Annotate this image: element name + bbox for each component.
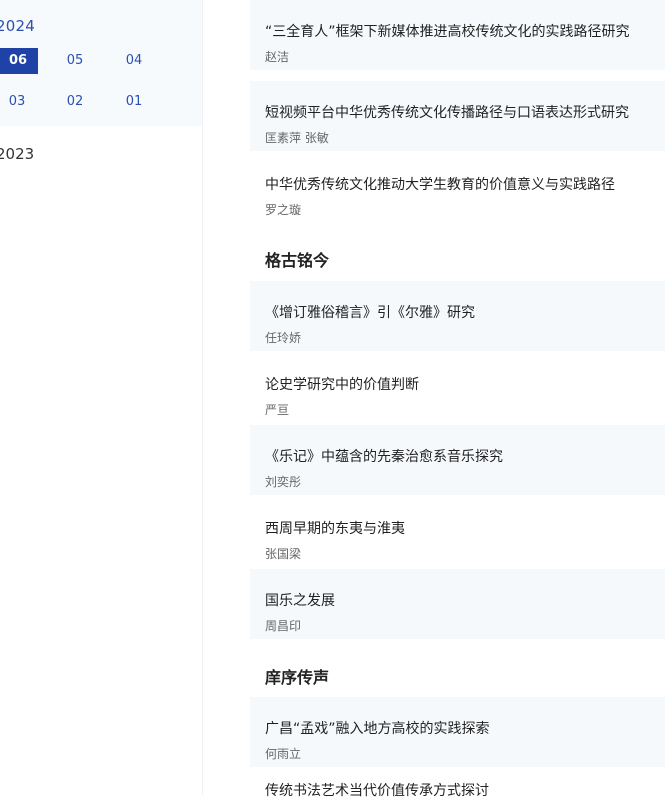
article-title[interactable]: 《乐记》中蕴含的先秦治愈系音乐探究: [265, 446, 503, 466]
article-authors: 刘奕彤: [265, 475, 302, 489]
article-item[interactable]: 论史学研究中的价值判断 严亘: [250, 353, 665, 423]
article-item[interactable]: 短视频平台中华优秀传统文化传播路径与口语表达形式研究 匡素萍 张敏: [250, 81, 665, 151]
article-authors: 赵洁: [265, 50, 290, 64]
article-title[interactable]: “三全育人”框架下新媒体推进高校传统文化的实践路径研究: [265, 21, 630, 41]
article-title[interactable]: 短视频平台中华优秀传统文化传播路径与口语表达形式研究: [265, 102, 629, 122]
issue-05-button[interactable]: 05: [55, 48, 95, 74]
year-2023-label[interactable]: 2023: [0, 145, 34, 163]
article-item[interactable]: 国乐之发展 周昌印: [250, 569, 665, 639]
section-heading: 庠序传声: [265, 668, 330, 687]
article-authors: 罗之璇: [265, 203, 302, 217]
issue-sidebar: 2024 06 05 04 03 02 01 2023: [0, 0, 203, 795]
article-title[interactable]: 广昌“孟戏”融入地方高校的实践探索: [265, 718, 490, 738]
article-item[interactable]: 《增订雅俗稽言》引《尔雅》研究 任玲娇: [250, 281, 665, 351]
year-2024-panel: 2024 06 05 04 03 02 01: [0, 0, 202, 126]
year-2024-label[interactable]: 2024: [0, 17, 35, 35]
article-item[interactable]: “三全育人”框架下新媒体推进高校传统文化的实践路径研究 赵洁: [250, 0, 665, 70]
article-title[interactable]: 中华优秀传统文化推动大学生教育的价值意义与实践路径: [265, 174, 615, 194]
article-authors: 张国梁: [265, 547, 302, 561]
issue-06-button[interactable]: 06: [0, 48, 38, 74]
issue-03-button[interactable]: 03: [0, 89, 37, 115]
article-title[interactable]: 西周早期的东夷与淮夷: [265, 518, 405, 538]
article-title[interactable]: 传统书法艺术当代价值传承方式探讨: [265, 780, 489, 800]
article-item[interactable]: 广昌“孟戏”融入地方高校的实践探索 何雨立: [250, 697, 665, 767]
article-item[interactable]: 中华优秀传统文化推动大学生教育的价值意义与实践路径 罗之璇: [250, 153, 665, 223]
article-item[interactable]: 西周早期的东夷与淮夷 张国梁: [250, 497, 665, 567]
article-authors: 匡素萍 张敏: [265, 131, 329, 145]
issue-04-button[interactable]: 04: [114, 48, 154, 74]
article-authors: 周昌印: [265, 619, 302, 633]
article-title[interactable]: 论史学研究中的价值判断: [265, 374, 419, 394]
article-item[interactable]: 《乐记》中蕴含的先秦治愈系音乐探究 刘奕彤: [250, 425, 665, 495]
article-authors: 任玲娇: [265, 331, 302, 345]
article-item[interactable]: 传统书法艺术当代价值传承方式探讨: [250, 760, 665, 799]
section-heading: 格古铭今: [265, 251, 330, 270]
article-authors: 严亘: [265, 403, 290, 417]
issue-01-button[interactable]: 01: [114, 89, 154, 115]
article-title[interactable]: 《增订雅俗稽言》引《尔雅》研究: [265, 302, 475, 322]
article-title[interactable]: 国乐之发展: [265, 590, 335, 610]
issue-02-button[interactable]: 02: [55, 89, 95, 115]
